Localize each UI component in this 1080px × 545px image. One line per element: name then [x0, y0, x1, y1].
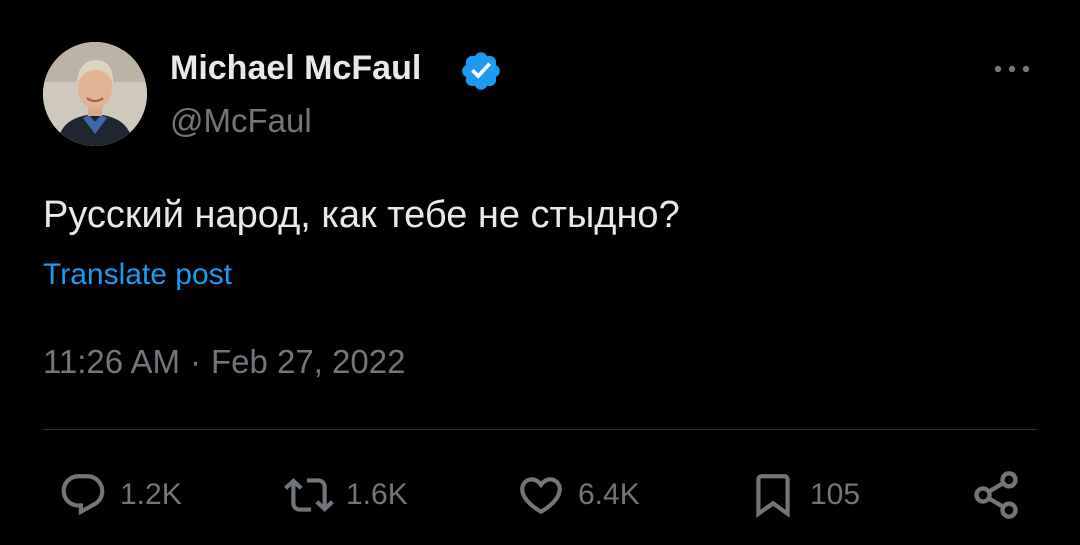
- profile-photo: [43, 42, 147, 146]
- repost-icon: [284, 478, 334, 512]
- avatar[interactable]: [43, 42, 147, 146]
- repost-button[interactable]: 1.6K: [284, 465, 408, 525]
- divider: [43, 429, 1037, 430]
- post-text: Русский народ, как тебе не стыдно?: [43, 194, 680, 236]
- post-date[interactable]: Feb 27, 2022: [211, 343, 406, 380]
- author-name[interactable]: Michael McFaul: [170, 46, 421, 90]
- reply-count: 1.2K: [120, 478, 182, 511]
- timestamp-separator: ·: [189, 343, 201, 380]
- share-button[interactable]: [970, 465, 1022, 525]
- like-button[interactable]: 6.4K: [516, 465, 640, 525]
- post-time[interactable]: 11:26 AM: [43, 343, 180, 380]
- author-handle[interactable]: @McFaul: [170, 100, 312, 142]
- tweet-card: Michael McFaul @McFaul Русский народ, ка…: [0, 0, 1080, 545]
- bookmark-button[interactable]: 105: [748, 465, 860, 525]
- like-count: 6.4K: [578, 478, 640, 511]
- bookmark-icon: [756, 474, 790, 518]
- translate-post-link[interactable]: Translate post: [43, 255, 232, 295]
- reply-button[interactable]: 1.2K: [58, 465, 182, 525]
- post-timestamp[interactable]: 11:26 AM · Feb 27, 2022: [43, 340, 405, 384]
- repost-count: 1.6K: [346, 478, 408, 511]
- verified-badge-icon: [462, 52, 500, 90]
- share-icon: [974, 471, 1018, 519]
- bookmark-count: 105: [810, 478, 861, 511]
- heart-icon: [520, 477, 562, 515]
- more-options-icon[interactable]: [990, 55, 1034, 83]
- reply-icon: [61, 474, 105, 516]
